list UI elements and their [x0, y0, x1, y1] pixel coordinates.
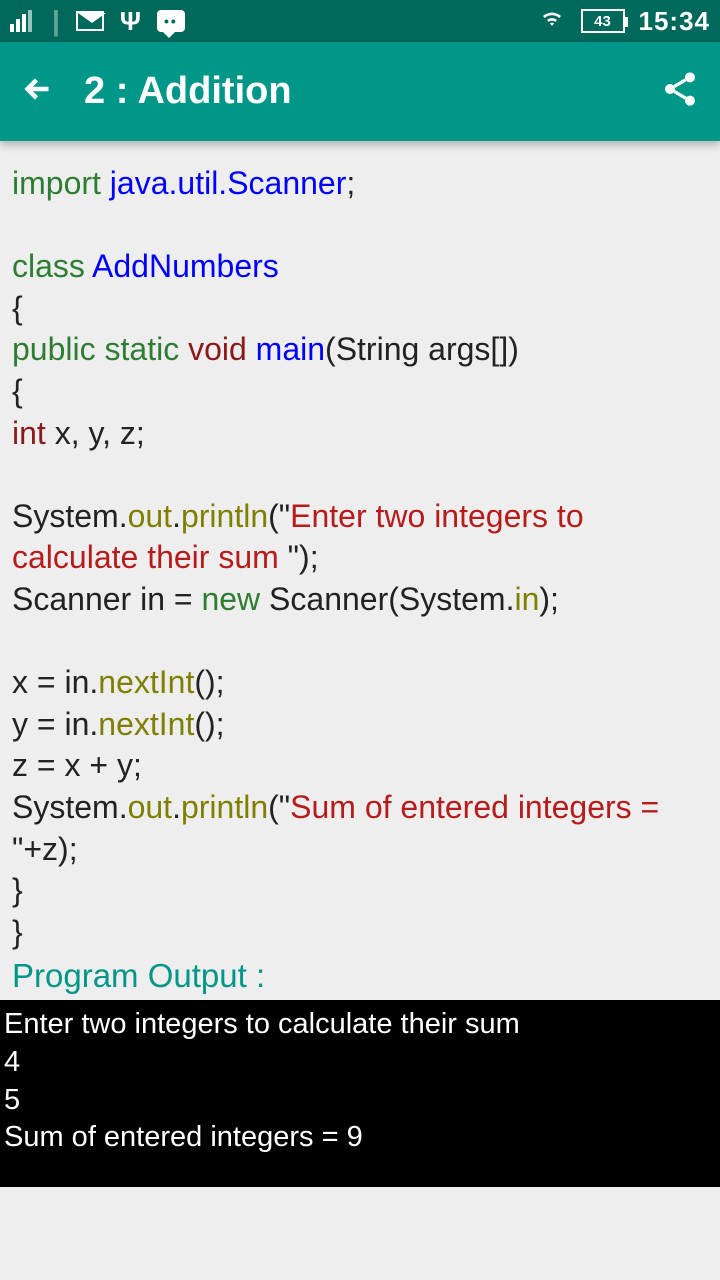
code-line: Scanner in = new Scanner(System.in); — [12, 579, 708, 621]
output-line: 4 — [4, 1044, 716, 1082]
code-line: x = in.nextInt(); — [12, 662, 708, 704]
code-line: public static void main(String args[]) — [12, 329, 708, 371]
code-line: System.out.println("Sum of entered integ… — [12, 787, 708, 870]
battery-icon: 43 — [581, 9, 625, 33]
separator-icon: | — [52, 5, 60, 37]
output-console: Enter two integers to calculate their su… — [0, 1000, 720, 1187]
code-line: { — [12, 288, 708, 330]
code-line: class AddNumbers — [12, 246, 708, 288]
wifi-icon — [537, 6, 567, 37]
code-line: System.out.println("Enter two integers t… — [12, 496, 708, 579]
output-title: Program Output : — [12, 955, 708, 998]
output-line: 5 — [4, 1082, 716, 1120]
code-line: y = in.nextInt(); — [12, 704, 708, 746]
code-line: int x, y, z; — [12, 413, 708, 455]
code-line — [12, 621, 708, 663]
clock: 15:34 — [639, 6, 711, 37]
code-line: z = x + y; — [12, 745, 708, 787]
output-line: Sum of entered integers = 9 — [4, 1119, 716, 1157]
battery-level: 43 — [594, 13, 611, 30]
usb-icon: Ψ — [120, 6, 141, 37]
share-button[interactable] — [660, 69, 700, 114]
code-content: import java.util.Scanner; class AddNumbe… — [0, 141, 720, 1199]
code-line: import java.util.Scanner; — [12, 163, 708, 205]
app-bar: 2 : Addition — [0, 42, 720, 141]
back-button[interactable] — [20, 71, 56, 112]
code-line — [12, 454, 708, 496]
mail-icon — [76, 11, 104, 31]
code-line: } — [12, 870, 708, 912]
status-bar: | Ψ 43 15:34 — [0, 0, 720, 42]
page-title: 2 : Addition — [84, 70, 292, 113]
code-line — [12, 205, 708, 247]
code-line: { — [12, 371, 708, 413]
status-right: 43 15:34 — [537, 6, 711, 37]
output-line: Enter two integers to calculate their su… — [4, 1006, 716, 1044]
status-left: | Ψ — [10, 5, 185, 37]
code-line: } — [12, 912, 708, 954]
signal-icon — [10, 10, 32, 32]
sms-icon — [157, 10, 185, 32]
